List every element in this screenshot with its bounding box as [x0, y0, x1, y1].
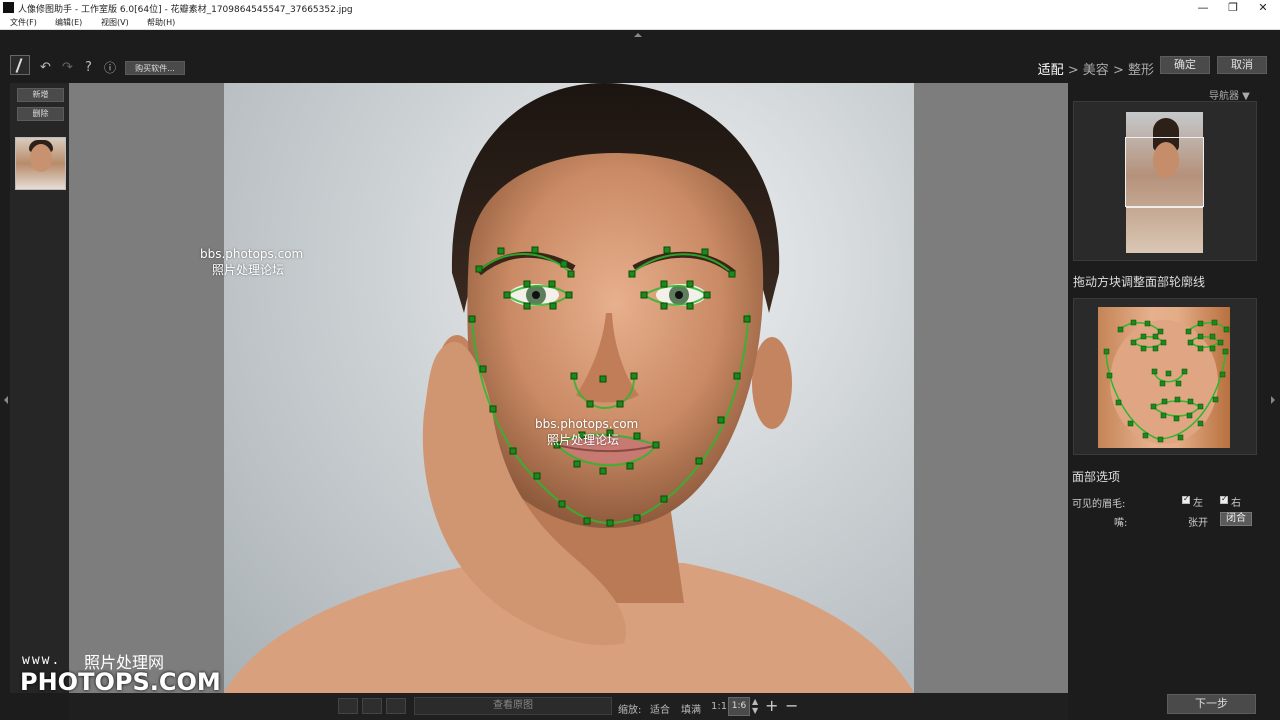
split-vertical-view-button[interactable]: [362, 698, 382, 714]
delete-button[interactable]: 删除: [17, 107, 64, 121]
menu-help[interactable]: 帮助(H): [147, 17, 175, 28]
zoom-1to1-button[interactable]: 1:1: [711, 701, 727, 712]
watermark-cn: 照片处理论坛: [212, 263, 285, 277]
next-step-button[interactable]: 下一步: [1167, 694, 1256, 714]
workflow-steps: 适配 > 美容 > 整形: [1038, 59, 1154, 78]
zoom-out-icon[interactable]: −: [785, 696, 798, 715]
navigator-divider: [1126, 207, 1203, 208]
window-title: 人像修图助手 - 工作室版 6.0[64位] - 花瓣素材_1709864545…: [18, 5, 353, 15]
face-illustration: [224, 83, 914, 693]
menu-bar: 文件(F) 编辑(E) 视图(V) 帮助(H): [0, 16, 1280, 30]
zoom-fill-button[interactable]: 填满: [681, 701, 701, 716]
zoom-label: 缩放:: [618, 705, 642, 716]
step-beauty[interactable]: 美容: [1083, 63, 1109, 78]
step-separator: >: [1108, 63, 1128, 78]
zoom-stepper-icon[interactable]: ▲ ▼: [752, 697, 758, 715]
zoom-fit-button[interactable]: 适合: [650, 701, 670, 716]
redo-icon[interactable]: ↷: [62, 61, 73, 75]
collapse-top-icon[interactable]: [634, 33, 642, 37]
app-logo-button[interactable]: [10, 55, 30, 75]
logo-www: www.: [22, 653, 62, 668]
info-icon[interactable]: ⓘ: [104, 61, 116, 75]
watermark-url: bbs.photops.com: [200, 247, 304, 261]
contour-preview[interactable]: [1098, 307, 1230, 448]
navigator-viewport[interactable]: [1125, 137, 1204, 207]
mouth-closed-button[interactable]: 闭合: [1220, 512, 1252, 526]
image-canvas[interactable]: bbs.photops.com 照片处理论坛 bbs.photops.com 照…: [69, 83, 1068, 693]
maximize-button[interactable]: ❐: [1218, 0, 1248, 16]
menu-view[interactable]: 视图(V): [101, 17, 129, 28]
mouth-label: 嘴:: [1114, 518, 1128, 529]
collapse-right-icon[interactable]: [1271, 396, 1275, 404]
face-options-title: 面部选项: [1072, 470, 1121, 484]
mouth-open-button[interactable]: 张开: [1188, 514, 1208, 529]
add-button[interactable]: 新增: [17, 88, 64, 102]
brow-left-checkbox[interactable]: [1182, 494, 1190, 504]
undo-icon[interactable]: ↶: [40, 61, 51, 75]
brow-left-label: 左: [1193, 498, 1203, 509]
contour-instruction: 拖动方块调整面部轮廓线: [1073, 275, 1206, 289]
step-reshape[interactable]: 整形: [1128, 63, 1154, 78]
menu-edit[interactable]: 编辑(E): [55, 17, 82, 28]
watermark-cn-center: 照片处理论坛: [547, 433, 620, 447]
minimize-button[interactable]: —: [1188, 0, 1218, 16]
visible-brows-label: 可见的眉毛:: [1072, 499, 1126, 510]
brow-right-checkbox[interactable]: [1220, 494, 1228, 504]
close-button[interactable]: ✕: [1248, 0, 1278, 16]
confirm-button[interactable]: 确定: [1160, 56, 1210, 74]
app-icon: [3, 2, 14, 13]
help-icon[interactable]: ?: [85, 61, 92, 75]
menu-file[interactable]: 文件(F): [10, 17, 37, 28]
buy-software-button[interactable]: 购买软件...: [125, 61, 185, 75]
cancel-button[interactable]: 取消: [1217, 56, 1267, 74]
portrait-photo[interactable]: [224, 83, 914, 693]
zoom-in-icon[interactable]: +: [765, 696, 778, 715]
zoom-value-field[interactable]: 1:6: [728, 697, 750, 716]
title-bar: 人像修图助手 - 工作室版 6.0[64位] - 花瓣素材_1709864545…: [0, 0, 1280, 16]
brow-right-label: 右: [1231, 498, 1241, 509]
single-view-button[interactable]: [338, 698, 358, 714]
step-separator: >: [1063, 63, 1083, 78]
collapse-left-icon[interactable]: [4, 396, 8, 404]
step-fit[interactable]: 适配: [1038, 63, 1064, 78]
face-thumbnail[interactable]: [15, 137, 66, 190]
logo-brand: PHOTOPS.COM: [20, 668, 221, 696]
split-horizontal-view-button[interactable]: [386, 698, 406, 714]
watermark-url-center: bbs.photops.com: [535, 417, 639, 431]
navigator-dropdown[interactable]: 导航器 ▼: [1209, 87, 1250, 102]
view-original-button[interactable]: 查看原图: [414, 697, 612, 715]
